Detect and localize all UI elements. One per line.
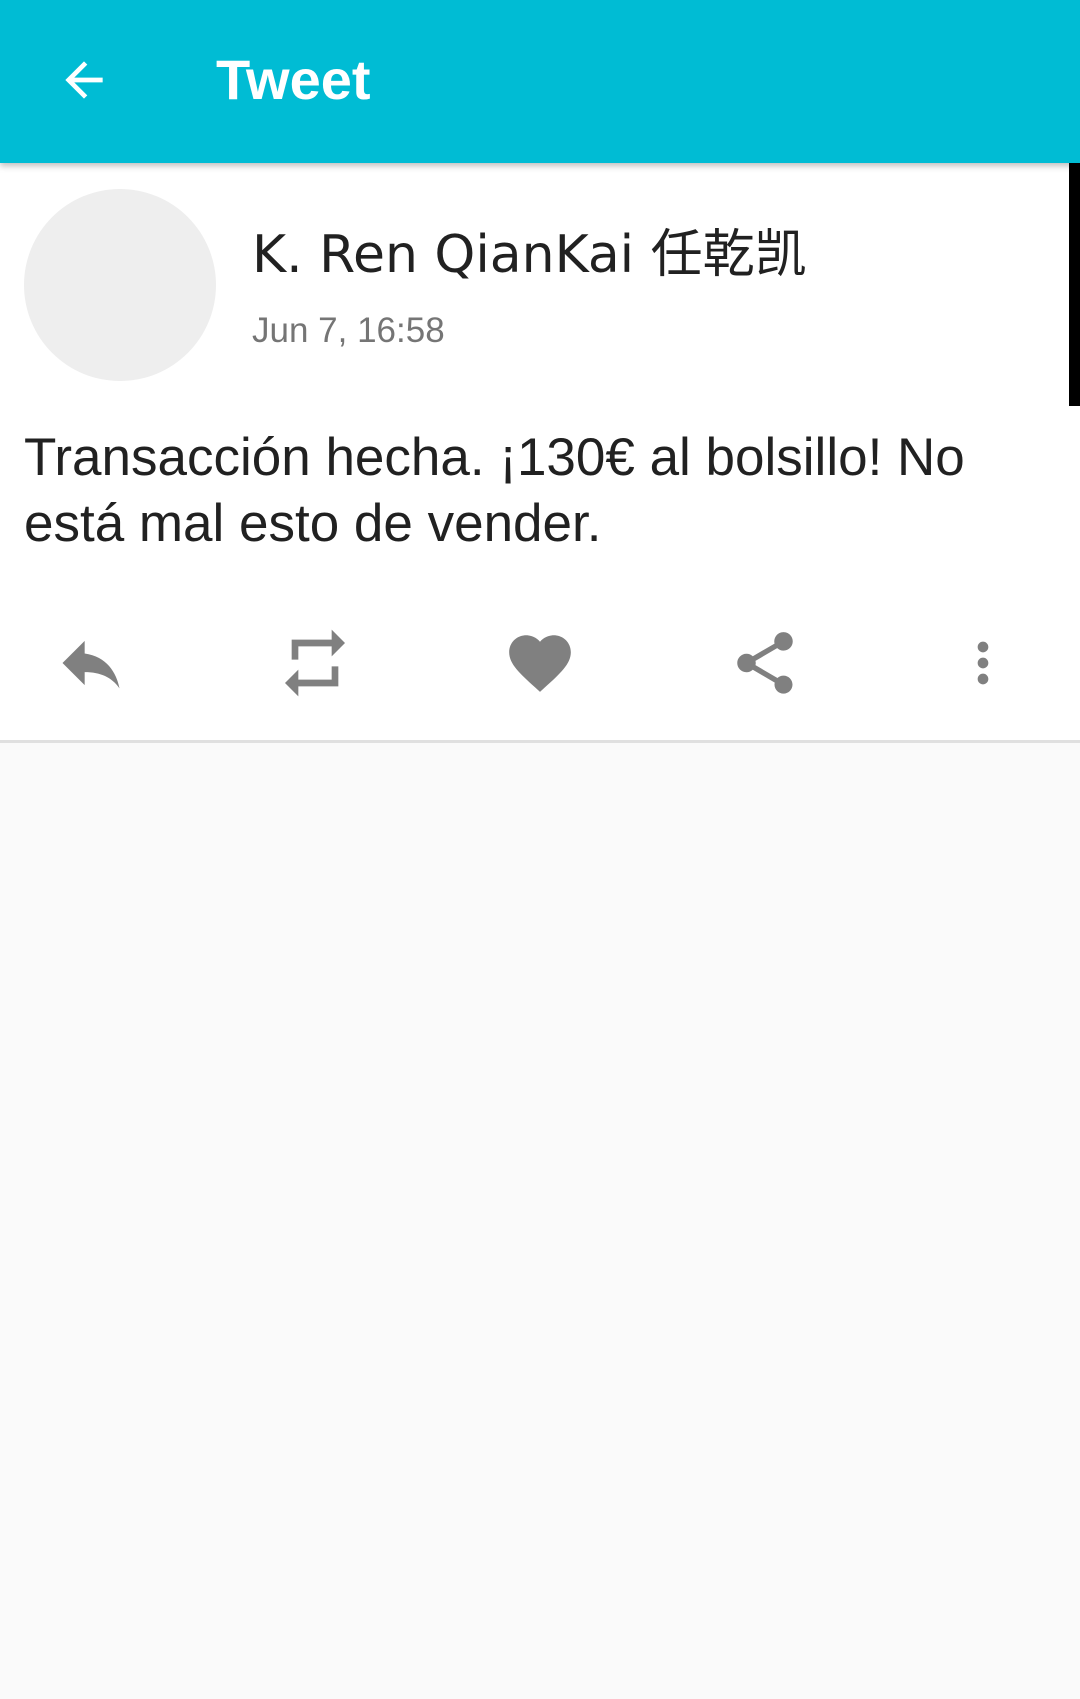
retweet-icon [285, 629, 345, 697]
more-vert-icon [977, 641, 989, 685]
tweet-text: Transacción hecha. ¡130€ al bolsillo! No… [24, 428, 965, 553]
reply-icon [62, 640, 120, 689]
tweet-actions [0, 608, 1080, 718]
tweet-card: K. Ren QianKai 任乾凯 Jun 7, 16:58 Transacc… [0, 163, 1080, 743]
share-icon [737, 632, 793, 694]
scroll-indicator[interactable] [1069, 163, 1080, 406]
back-button[interactable] [44, 40, 124, 120]
avatar[interactable] [24, 189, 216, 381]
retweet-button[interactable] [260, 608, 370, 718]
page-title: Tweet [216, 48, 371, 111]
heart-icon [509, 635, 571, 692]
app-bar: Tweet [0, 0, 1080, 163]
more-options-button[interactable] [928, 608, 1038, 718]
reply-button[interactable] [36, 608, 146, 718]
tweet-timestamp: Jun 7, 16:58 [252, 311, 445, 350]
author-name[interactable]: K. Ren QianKai 任乾凯 [252, 223, 807, 287]
like-button[interactable] [485, 608, 595, 718]
share-button[interactable] [710, 608, 820, 718]
arrow-back-icon [65, 61, 103, 99]
